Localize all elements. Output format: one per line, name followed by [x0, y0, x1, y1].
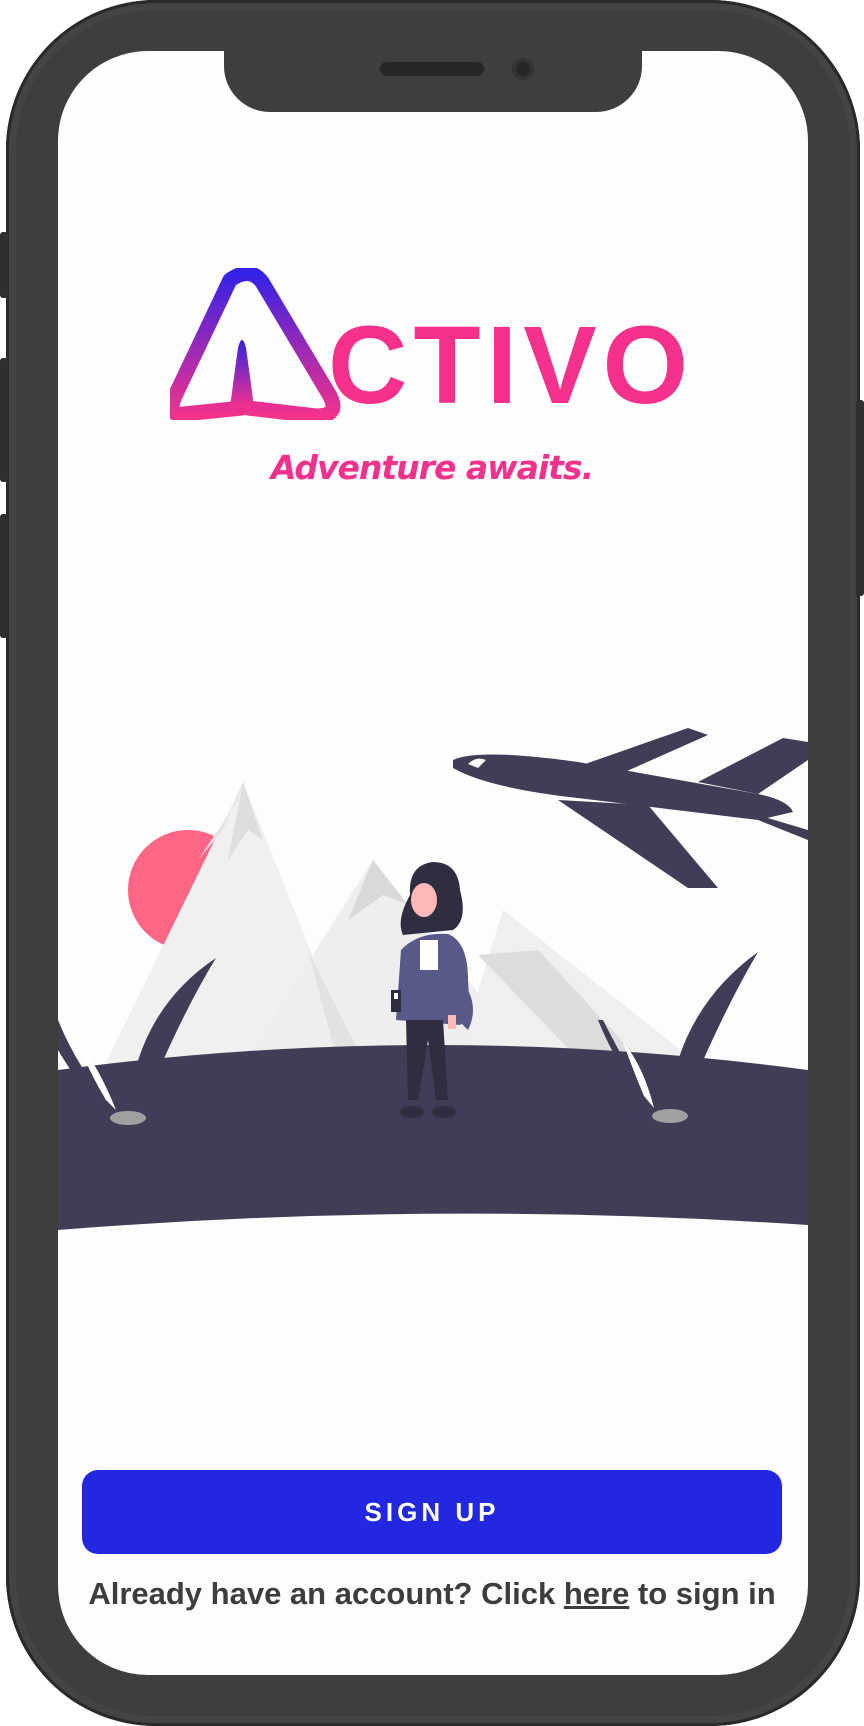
speaker-grille: [380, 62, 484, 76]
sign-in-suffix: to sign in: [629, 1576, 776, 1611]
sign-in-link[interactable]: here: [564, 1576, 629, 1611]
sign-in-prompt: Already have an account? Click here to s…: [0, 1576, 864, 1612]
front-camera: [512, 58, 534, 80]
tent-triangle-icon: [170, 268, 341, 420]
logo-text: CTIVO: [328, 304, 690, 420]
sign-up-button[interactable]: SIGN UP: [82, 1470, 782, 1554]
airplane-icon: [453, 728, 808, 888]
traveler-illustration: [58, 728, 808, 1230]
volume-down-button: [0, 514, 8, 638]
mute-switch: [0, 232, 8, 298]
tagline: Adventure awaits.: [270, 448, 594, 487]
sign-in-prefix: Already have an account? Click: [88, 1576, 564, 1611]
power-button: [856, 400, 864, 596]
notch: [224, 51, 642, 112]
activo-logo: CTIVO: [170, 268, 690, 420]
